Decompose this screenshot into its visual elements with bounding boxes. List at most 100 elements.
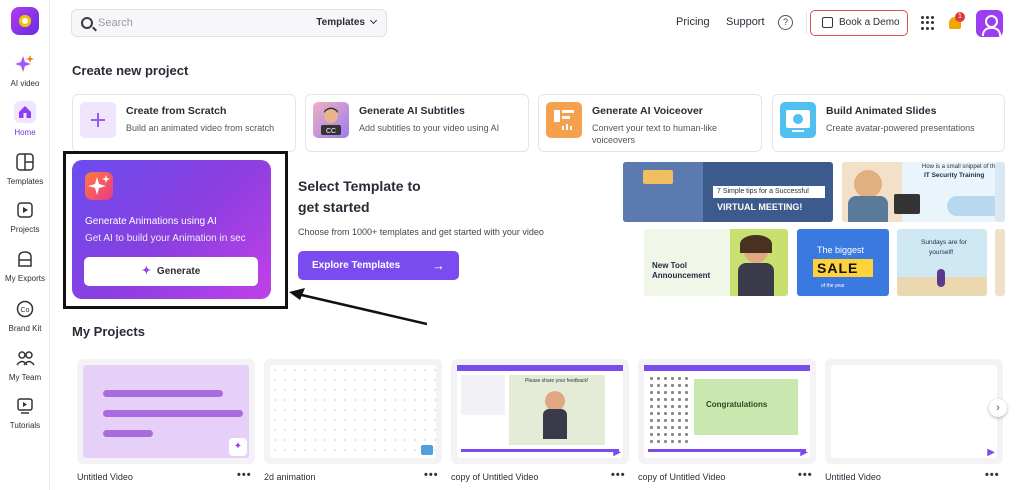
create-from-scratch-card[interactable]: Create from Scratch Build an animated vi… [72, 94, 296, 152]
app: AI video Home Templates Projects My Expo [0, 0, 1024, 490]
project-thumbnail [270, 365, 436, 458]
support-link[interactable]: Support [726, 16, 765, 28]
template-text: of the year [821, 283, 845, 289]
more-options-icon[interactable]: ••• [985, 469, 1000, 481]
help-icon[interactable]: ? [778, 15, 793, 30]
brand-kit-icon: Co [15, 299, 35, 319]
sidebar-item-ai-video[interactable]: AI video [0, 54, 50, 88]
chevron-down-icon [369, 16, 378, 25]
project-thumbnail: Please share your feedback! ▶ [457, 365, 623, 458]
generate-ai-voiceover-card[interactable]: Generate AI Voiceover Convert your text … [538, 94, 762, 152]
templates-promo-title-line1: Select Template to [298, 178, 421, 194]
sidebar-item-templates[interactable]: Templates [0, 152, 50, 186]
template-sale[interactable]: The biggest SALE of the year [797, 229, 889, 296]
template-partial[interactable] [995, 162, 1005, 222]
sidebar-item-brand-kit[interactable]: Co Brand Kit [0, 299, 50, 333]
header-divider [806, 12, 807, 34]
sidebar-item-label: My Team [8, 373, 42, 382]
exports-icon [15, 249, 35, 269]
sidebar-item-label: Brand Kit [8, 324, 42, 333]
search-input[interactable] [98, 15, 298, 31]
more-options-icon[interactable]: ••• [611, 469, 626, 481]
card-description: Convert your text to human-like voiceove… [592, 123, 718, 145]
carousel-next-button[interactable]: › [989, 399, 1007, 417]
template-new-tool[interactable]: New Tool Announcement [644, 229, 788, 296]
template-text: The biggest [817, 245, 865, 255]
template-text: Announcement [652, 271, 711, 280]
project-card[interactable]: Please share your feedback! ▶ [451, 359, 629, 464]
card-description: Create avatar-powered presentations [826, 123, 975, 133]
sidebar-item-label: Tutorials [9, 421, 41, 430]
card-description: Build an animated video from scratch [126, 123, 275, 133]
card-description: Add subtitles to your video using AI [359, 123, 500, 133]
thumbnail-text: Please share your feedback! [525, 378, 589, 384]
more-options-icon[interactable]: ••• [424, 469, 439, 481]
play-icon: ▶ [613, 447, 621, 458]
create-section-heading: Create new project [72, 63, 189, 78]
svg-text:Co: Co [21, 307, 30, 314]
project-card[interactable]: Congratulations ▶ [638, 359, 816, 464]
template-sundays[interactable]: Sundays are for yourself! [897, 229, 987, 296]
sidebar-item-label: Templates [6, 177, 44, 186]
notification-badge: 1 [955, 12, 965, 22]
sparkle-icon [15, 54, 35, 74]
templates-promo-title-line2: get started [298, 199, 370, 215]
search-icon [81, 17, 93, 29]
template-virtual-meeting[interactable]: 7 Simple tips for a Successful VIRTUAL M… [623, 162, 833, 222]
templates-icon [15, 152, 35, 172]
sidebar-item-label: AI video [10, 79, 40, 88]
sidebar-item-my-team[interactable]: My Team [0, 348, 50, 382]
project-name: Untitled Video [825, 472, 881, 482]
pricing-link[interactable]: Pricing [676, 16, 710, 28]
thumbnail-text: Congratulations [706, 400, 768, 409]
sidebar-item-tutorials[interactable]: Tutorials [0, 396, 50, 430]
sidebar-item-label: Projects [10, 225, 40, 234]
project-type-icon [421, 445, 433, 455]
sidebar-item-home[interactable]: Home [0, 101, 50, 137]
template-it-security[interactable]: How is a small snippet of the IT Securit… [842, 162, 1005, 222]
search-scope-dropdown[interactable]: Templates [316, 16, 378, 28]
template-text: How is a small snippet of the [922, 164, 999, 170]
build-animated-slides-card[interactable]: Build Animated Slides Create avatar-powe… [772, 94, 1005, 152]
annotation-highlight-box [63, 151, 288, 309]
home-icon [14, 101, 36, 123]
apps-grid-icon[interactable] [921, 16, 935, 30]
template-text: Sundays are for [921, 239, 967, 246]
card-title: Generate AI Subtitles [359, 105, 465, 117]
project-card[interactable]: ✦ [77, 359, 255, 464]
app-logo[interactable] [11, 7, 39, 35]
tutorials-icon [15, 396, 35, 416]
project-thumbnail: Congratulations ▶ [644, 365, 810, 458]
search-bar[interactable]: Templates [71, 9, 387, 37]
plus-icon [80, 102, 116, 138]
project-name: 2d animation [264, 472, 316, 482]
search-scope-label: Templates [316, 17, 365, 28]
book-demo-label: Book a Demo [839, 17, 900, 28]
calendar-icon [822, 17, 833, 28]
project-name: copy of Untitled Video [638, 472, 726, 482]
arrow-right-icon: → [432, 258, 445, 273]
projects-icon [15, 200, 35, 220]
card-title: Generate AI Voiceover [592, 105, 703, 117]
cc-label: CC [326, 128, 336, 135]
user-avatar[interactable] [976, 10, 1003, 37]
template-partial[interactable] [995, 229, 1005, 296]
templates-promo-description: Choose from 1000+ templates and get star… [298, 227, 544, 237]
play-icon: ▶ [800, 447, 808, 458]
sidebar-item-my-exports[interactable]: My Exports [0, 249, 50, 283]
project-thumbnail: ▶ [831, 365, 997, 458]
sidebar-item-label: Home [14, 128, 36, 137]
template-text: IT Security Training [924, 172, 985, 179]
project-card[interactable]: ▶ [825, 359, 1003, 464]
team-icon [15, 348, 35, 368]
template-text: VIRTUAL MEETING! [717, 202, 803, 212]
play-icon: ▶ [987, 447, 995, 458]
explore-templates-button[interactable]: Explore Templates → [298, 251, 459, 280]
project-name: Untitled Video [77, 472, 133, 482]
generate-ai-subtitles-card[interactable]: CC Generate AI Subtitles Add subtitles t… [305, 94, 529, 152]
project-card[interactable] [264, 359, 442, 464]
book-demo-button[interactable]: Book a Demo [810, 10, 908, 36]
sidebar-item-projects[interactable]: Projects [0, 200, 50, 234]
more-options-icon[interactable]: ••• [798, 469, 813, 481]
more-options-icon[interactable]: ••• [237, 469, 252, 481]
